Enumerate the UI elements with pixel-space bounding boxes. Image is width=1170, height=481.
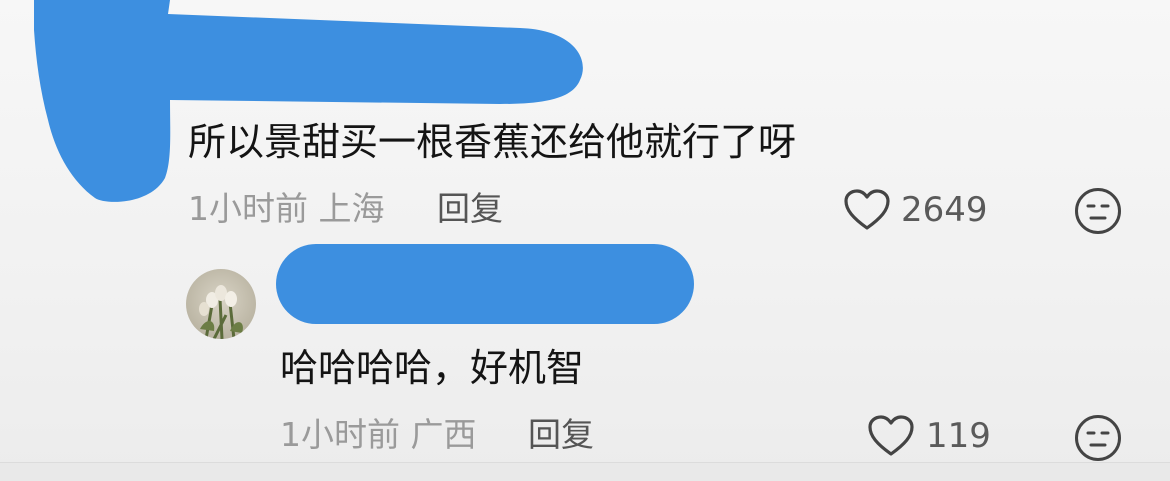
comment-meta: 1小时前 上海 — [188, 189, 385, 228]
neutral-face-icon[interactable] — [1073, 186, 1123, 236]
comment-meta: 1小时前 广西 — [280, 415, 477, 454]
tulip-avatar-image — [186, 269, 256, 339]
avatar[interactable] — [186, 269, 256, 339]
reply-button[interactable]: 回复 — [528, 415, 594, 455]
bottom-divider — [0, 462, 1170, 481]
redaction-mark — [276, 244, 694, 324]
redaction-mark — [34, 0, 583, 202]
comment-text: 所以景甜买一根香蕉还给他就行了呀 — [188, 120, 797, 164]
like-count: 2649 — [901, 190, 988, 230]
like-button[interactable]: 2649 — [843, 188, 988, 232]
neutral-face-icon[interactable] — [1073, 413, 1123, 463]
comment-text: 哈哈哈哈，好机智 — [280, 346, 585, 390]
like-count: 119 — [926, 416, 991, 456]
heart-outline-icon — [868, 415, 914, 456]
like-button[interactable]: 119 — [866, 414, 991, 458]
reply-button[interactable]: 回复 — [437, 189, 503, 229]
heart-outline-icon — [844, 189, 890, 230]
